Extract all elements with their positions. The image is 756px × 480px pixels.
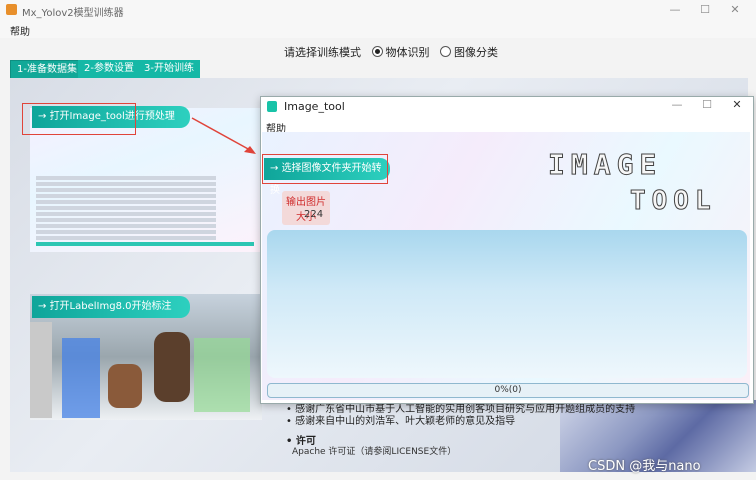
dialog-title: Image_tool bbox=[284, 100, 345, 113]
radio-image-classification[interactable] bbox=[440, 46, 451, 57]
license-text: Apache 许可证（请参阅LICENSE文件） bbox=[292, 447, 457, 457]
annotation-box-blue bbox=[62, 338, 100, 418]
labelimg-toolbar bbox=[30, 322, 52, 418]
dialog-maximize-icon[interactable]: ☐ bbox=[696, 97, 718, 113]
mode-option-image-classification[interactable]: 图像分类 bbox=[454, 46, 498, 59]
close-icon[interactable]: ✕ bbox=[724, 2, 746, 18]
goat-image bbox=[108, 364, 142, 408]
arrow-right-icon: → bbox=[38, 301, 50, 312]
radio-object-detection[interactable] bbox=[371, 46, 383, 57]
menu-help[interactable]: 帮助 bbox=[10, 23, 30, 38]
progress-text: 0%(0) bbox=[494, 385, 522, 395]
dialog-app-icon bbox=[267, 101, 277, 112]
image-tool-logo-line2: TOOL bbox=[630, 186, 717, 217]
ack-line: • 感谢来自中山的刘浩军、叶大颖老师的意见及指导 bbox=[286, 416, 516, 427]
red-arrow-icon bbox=[191, 117, 256, 154]
main-menu-bar bbox=[0, 20, 756, 38]
preview-file-list bbox=[36, 174, 216, 248]
tab-parameter-settings[interactable]: 2-参数设置 bbox=[78, 60, 140, 78]
dialog-minimize-icon[interactable]: — bbox=[666, 97, 688, 113]
sheep-image bbox=[154, 332, 190, 402]
conversion-progress-bar: 0%(0) bbox=[267, 383, 749, 398]
main-window-title: Mx_Yolov2模型训练器 bbox=[22, 8, 124, 19]
tab-prepare-dataset[interactable]: 1-准备数据集 bbox=[10, 60, 84, 80]
watermark: CSDN @我与nano bbox=[588, 459, 701, 474]
output-size-value[interactable]: 224 bbox=[304, 209, 323, 220]
dialog-close-icon[interactable]: ✕ bbox=[726, 97, 748, 113]
app-icon bbox=[6, 4, 17, 15]
open-labelimg-button[interactable]: → 打开LabelImg8.0开始标注 bbox=[32, 296, 190, 318]
mode-option-object-detection[interactable]: 物体识别 bbox=[386, 46, 430, 59]
highlight-box-image-tool bbox=[22, 103, 136, 135]
training-mode-selector: 请选择训练模式 物体识别 图像分类 bbox=[284, 44, 498, 60]
ack-line: • 感谢广东省中山市基于人工智能的实用创客项目研究与应用开题组成员的支持 bbox=[286, 404, 636, 415]
preview-progress bbox=[36, 242, 254, 246]
maximize-icon[interactable]: ☐ bbox=[694, 2, 716, 18]
tab-start-training[interactable]: 3-开始训练 bbox=[138, 60, 200, 78]
annotation-box-green bbox=[194, 338, 250, 412]
acknowledgements: • 感谢广东省中山市基于人工智能的实用创客项目研究与应用开题组成员的支持 • 感… bbox=[286, 404, 635, 428]
open-labelimg-label: 打开LabelImg8.0开始标注 bbox=[49, 301, 172, 312]
log-output-area bbox=[267, 230, 747, 378]
highlight-box-convert bbox=[262, 154, 388, 184]
image-tool-logo-line1: IMAGE bbox=[547, 148, 663, 182]
minimize-icon[interactable]: — bbox=[664, 2, 686, 18]
mode-prompt: 请选择训练模式 bbox=[284, 46, 361, 59]
